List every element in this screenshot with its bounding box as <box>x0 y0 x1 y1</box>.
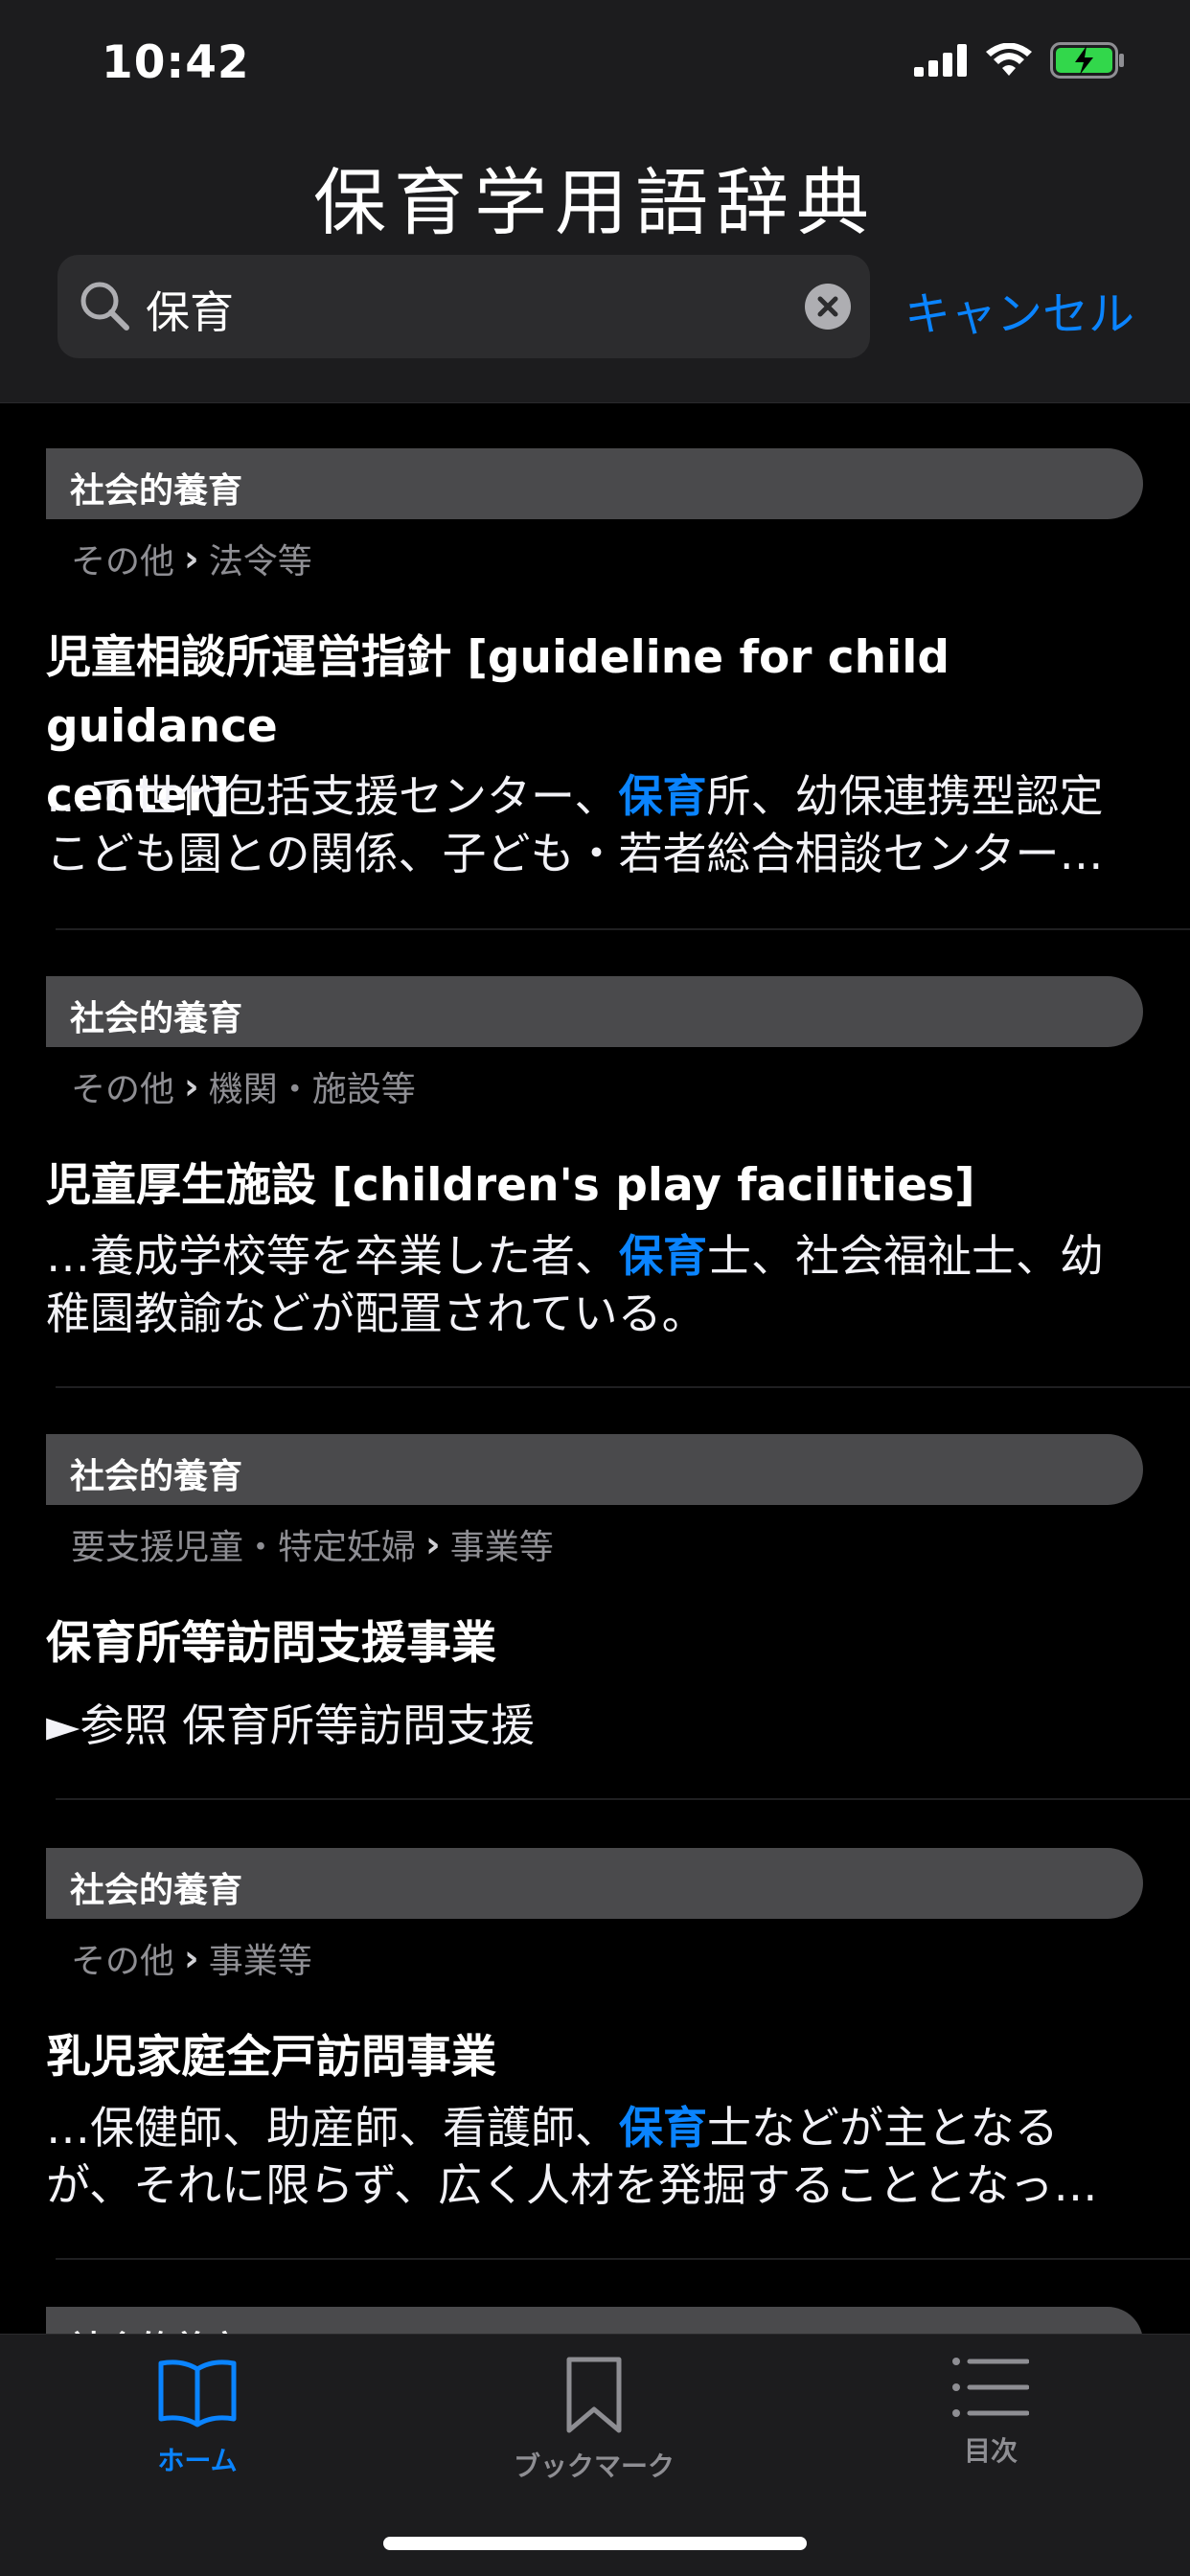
breadcrumb: その他 › 法令等 <box>71 534 312 583</box>
breadcrumb-item: 要支援児童・特定妊婦 <box>71 1528 417 1567</box>
snippet-line: …て世代包括支援センター、保育所、幼保連携型認定 <box>46 770 1104 822</box>
category-label: 社会的養育 <box>70 1871 243 1910</box>
entry-snippet: ►参照 保育所等訪問支援 <box>46 1697 1148 1754</box>
close-icon <box>817 296 838 317</box>
tab-label: ブックマーク <box>513 2451 675 2482</box>
category-pill: 社会的養育 <box>46 1848 1143 1919</box>
search-highlight: 保育 <box>618 770 707 822</box>
category-label: 社会的養育 <box>70 999 243 1038</box>
chevron-right-icon: › <box>425 1523 441 1565</box>
list-item[interactable]: 社会的養育 その他 › 法令等 児童相談所運営指針 [guideline for… <box>0 403 1190 930</box>
breadcrumb-item: 機関・施設等 <box>208 1070 416 1109</box>
entry-title: 乳児家庭全戸訪問事業 <box>46 2023 1148 2092</box>
entry-title: 児童厚生施設 [children's play facilities] <box>46 1151 1148 1220</box>
tab-contents[interactable]: 目次 <box>876 2356 1106 2469</box>
cancel-button[interactable]: キャンセル <box>904 276 1134 343</box>
breadcrumb: 要支援児童・特定妊婦 › 事業等 <box>71 1519 554 1569</box>
entry-title: 保育所等訪問支援事業 <box>46 1609 1148 1678</box>
battery-charging-icon <box>1050 42 1127 82</box>
entry-title-line: 乳児家庭全戸訪問事業 <box>46 2031 496 2084</box>
chevron-right-icon: › <box>184 537 199 580</box>
snippet-line: ►参照 保育所等訪問支援 <box>46 1699 535 1751</box>
search-input[interactable]: 保育 <box>57 255 870 358</box>
tab-bookmark[interactable]: ブックマーク <box>479 2356 709 2484</box>
clear-search-button[interactable] <box>805 284 851 330</box>
snippet-line: …養成学校等を卒業した者、保育士、社会福祉士、幼 <box>46 1230 1104 1282</box>
tab-home[interactable]: ホーム <box>82 2356 312 2478</box>
status-icons <box>914 42 1127 82</box>
breadcrumb-item: 法令等 <box>208 542 312 581</box>
snippet-line: 稚園教諭などが配置されている。 <box>46 1288 706 1339</box>
entry-title-line: 児童厚生施設 [children's play facilities] <box>46 1159 975 1212</box>
breadcrumb: その他 › 事業等 <box>71 1933 312 1983</box>
bookmark-icon <box>563 2357 625 2438</box>
entry-snippet: …て世代包括支援センター、保育所、幼保連携型認定 こども園との関係、子ども・若者… <box>46 767 1148 882</box>
search-highlight: 保育 <box>619 1230 707 1282</box>
entry-snippet: …養成学校等を卒業した者、保育士、社会福祉士、幼 稚園教諭などが配置されている。 <box>46 1227 1148 1342</box>
chevron-right-icon: › <box>184 1937 199 1979</box>
breadcrumb-item: その他 <box>71 1070 175 1109</box>
category-pill: 社会的養育 <box>46 1434 1143 1505</box>
search-icon <box>79 280 132 337</box>
snippet-line: こども園との関係、子ども・若者総合相談センター… <box>46 828 1104 879</box>
list-item[interactable]: 社会的養育 要支援児童・特定妊婦 › 事業等 保育所等訪問支援事業 ►参照 保育… <box>0 1388 1190 1800</box>
category-label: 社会的養育 <box>70 471 243 511</box>
category-pill: 社会的養育 <box>46 448 1143 519</box>
snippet-line: …保健師、助産師、看護師、保育士などが主となる <box>46 2102 1059 2154</box>
entry-title-line: 保育所等訪問支援事業 <box>46 1617 496 1670</box>
tab-label: 目次 <box>963 2435 1018 2467</box>
cellular-signal-icon <box>914 44 968 80</box>
breadcrumb-item: その他 <box>71 1942 175 1981</box>
search-query: 保育 <box>146 286 234 338</box>
breadcrumb-item: 事業等 <box>208 1942 312 1981</box>
status-time: 10:42 <box>102 36 250 89</box>
list-icon <box>952 2358 1030 2423</box>
breadcrumb-item: 事業等 <box>449 1528 554 1567</box>
snippet-line: が、それに限らず、広く人材を発掘することとなっ… <box>46 2159 1098 2211</box>
wifi-icon <box>985 42 1033 81</box>
top-bar: 10:42 保育学用語辞典 保育 キャンセル <box>0 0 1190 403</box>
book-icon <box>157 2359 238 2432</box>
page-title: 保育学用語辞典 <box>313 160 877 245</box>
search-highlight: 保育 <box>619 2102 707 2154</box>
home-indicator[interactable] <box>383 2537 807 2550</box>
breadcrumb: その他 › 機関・施設等 <box>71 1061 416 1111</box>
tab-label: ホーム <box>157 2445 238 2476</box>
list-item[interactable]: 社会的養育 その他 › 機関・施設等 児童厚生施設 [children's pl… <box>0 930 1190 1388</box>
category-pill: 社会的養育 <box>46 976 1143 1047</box>
entry-snippet: …保健師、助産師、看護師、保育士などが主となる が、それに限らず、広く人材を発掘… <box>46 2099 1148 2214</box>
entry-title-line: 児童相談所運営指針 [guideline for child guidance <box>46 631 950 753</box>
list-item[interactable]: 社会的養育 その他 › 事業等 乳児家庭全戸訪問事業 …保健師、助産師、看護師、… <box>0 1800 1190 2260</box>
category-label: 社会的養育 <box>70 1457 243 1496</box>
chevron-right-icon: › <box>184 1065 199 1107</box>
breadcrumb-item: その他 <box>71 542 175 581</box>
